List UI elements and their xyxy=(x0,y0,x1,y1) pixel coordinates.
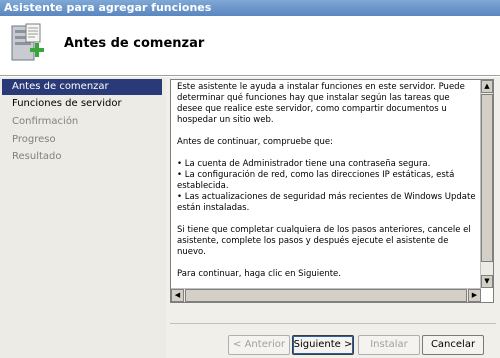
previous-button[interactable]: < Anterior xyxy=(228,335,290,355)
info-text-box[interactable]: Este asistente le ayuda a instalar funci… xyxy=(170,79,494,303)
intro-paragraph: Este asistente le ayuda a instalar funci… xyxy=(177,82,468,125)
wizard-nav: Antes de comenzar Funciones de servidor … xyxy=(0,77,166,358)
button-separator xyxy=(170,323,496,324)
scroll-up-arrow-icon[interactable]: ▲ xyxy=(481,80,493,93)
horizontal-scroll-thumb[interactable] xyxy=(185,289,467,302)
window-title-bar[interactable]: Asistente para agregar funciones xyxy=(0,0,500,16)
vertical-scrollbar[interactable]: ▲ ▼ xyxy=(480,80,493,288)
scroll-right-arrow-icon[interactable]: ▶ xyxy=(468,289,481,302)
next-button[interactable]: Siguiente > xyxy=(292,335,354,355)
scroll-down-arrow-icon[interactable]: ▼ xyxy=(481,275,493,288)
nav-item-resultado: Resultado xyxy=(12,151,62,162)
horizontal-scrollbar[interactable]: ◀ ▶ xyxy=(171,288,481,302)
continue-instruction: Para continuar, haga clic en Siguiente. xyxy=(177,269,341,279)
vertical-scroll-thumb[interactable] xyxy=(481,94,493,262)
checklist: • La cuenta de Administrador tiene una c… xyxy=(177,159,476,213)
wizard-content: Este asistente le ayuda a instalar funci… xyxy=(166,77,500,358)
checklist-heading: Antes de continuar, compruebe que: xyxy=(177,137,333,147)
page-title: Antes de comenzar xyxy=(64,36,205,51)
window-title: Asistente para agregar funciones xyxy=(4,1,212,14)
server-add-icon xyxy=(11,23,44,61)
nav-item-progreso: Progreso xyxy=(12,134,56,145)
cancel-button[interactable]: Cancelar xyxy=(422,335,484,355)
install-button[interactable]: Instalar xyxy=(358,335,420,355)
wizard-header: Antes de comenzar xyxy=(0,16,500,76)
info-text: Este asistente le ayuda a instalar funci… xyxy=(177,82,477,280)
scroll-left-arrow-icon[interactable]: ◀ xyxy=(171,289,184,302)
nav-item-antes-de-comenzar[interactable]: Antes de comenzar xyxy=(2,79,162,95)
cancel-instruction: Si tiene que completar cualquiera de los… xyxy=(177,225,474,257)
nav-item-funciones-de-servidor[interactable]: Funciones de servidor xyxy=(2,96,162,112)
nav-item-confirmacion: Confirmación xyxy=(12,116,79,127)
